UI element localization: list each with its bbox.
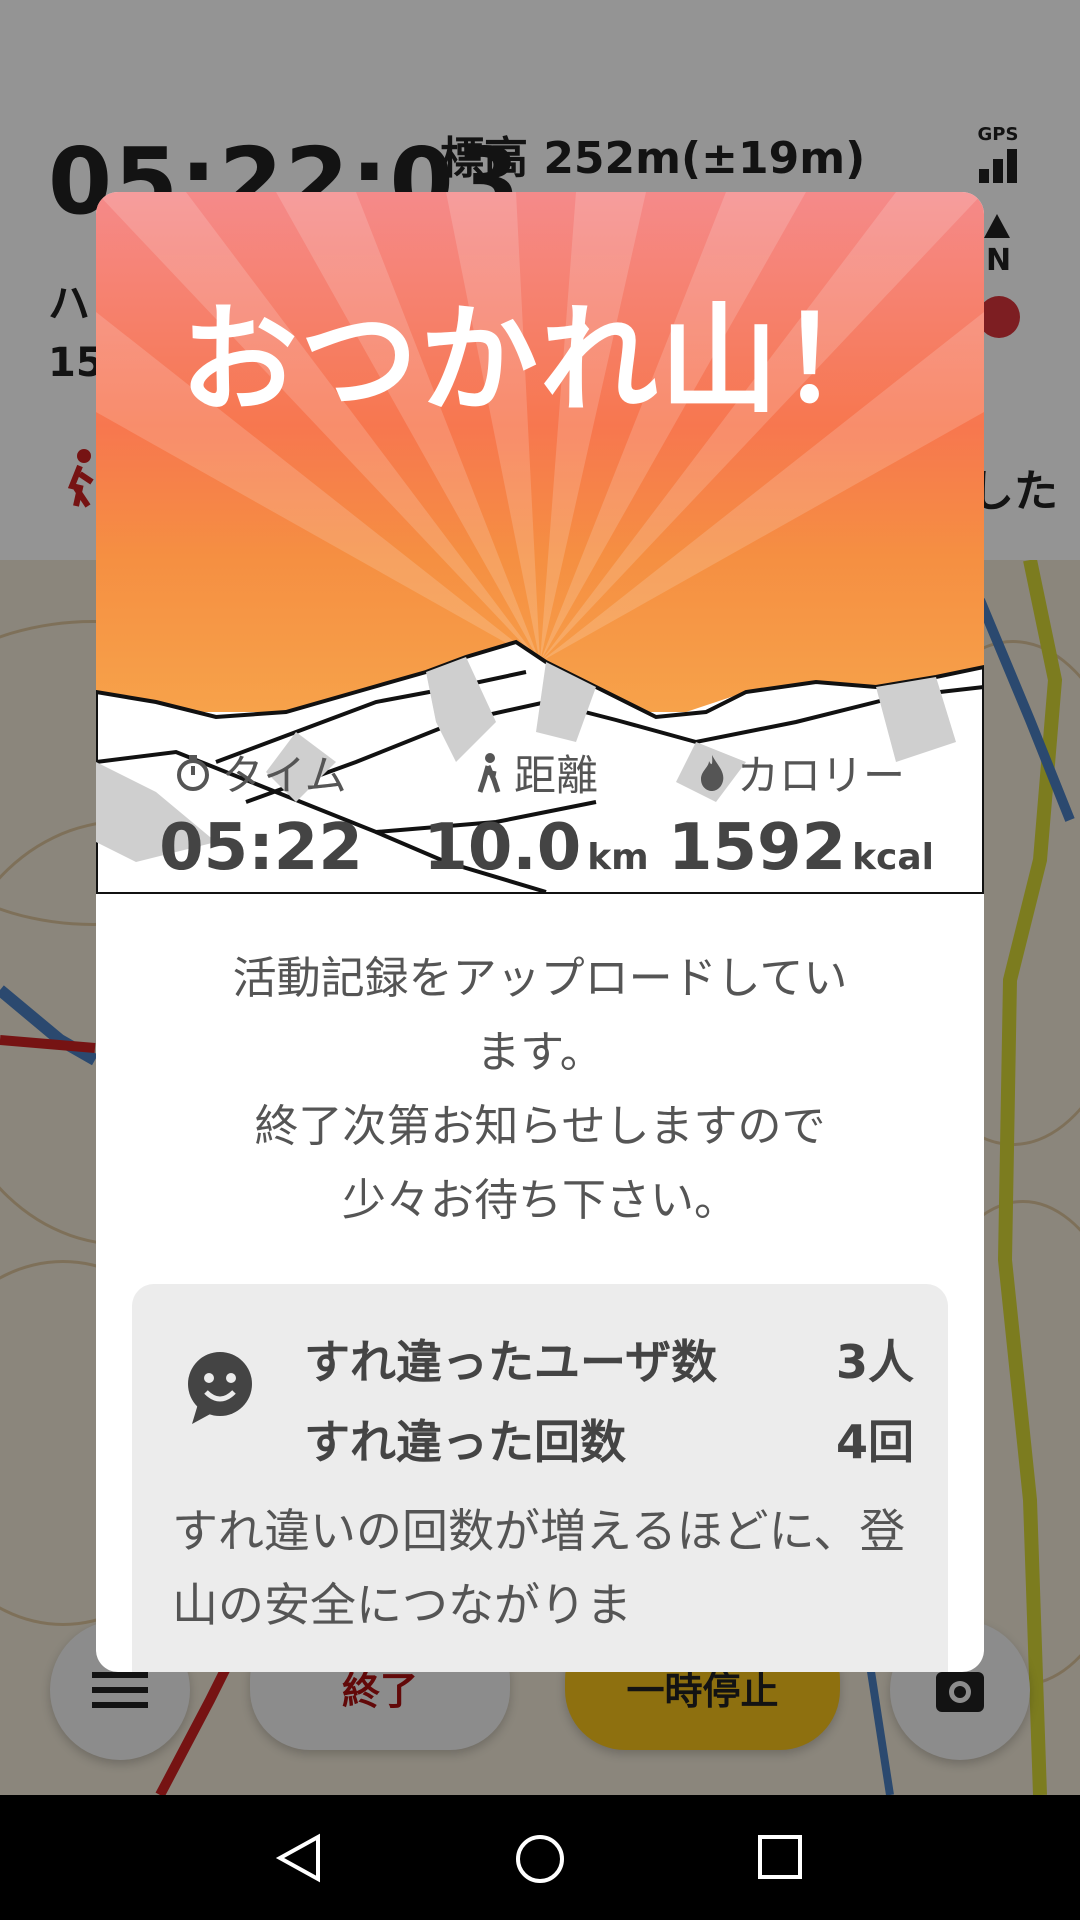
- upload-message: 活動記録をアップロードしてい ます。 終了次第お知らせしますので 少々お待ち下さ…: [136, 942, 944, 1238]
- walker-icon: [477, 752, 501, 793]
- stat-calories-unit: kcal: [852, 837, 935, 878]
- banner-title: おつかれ山！: [179, 291, 900, 429]
- message-line: ます。: [476, 1027, 604, 1078]
- stat-calories-label: カロリー: [736, 751, 905, 800]
- encounter-note: すれ違いの回数が増えるほどに、登山の安全につながりま: [172, 1504, 906, 1632]
- message-line: 終了次第お知らせしますので: [254, 1101, 826, 1152]
- encounter-count-value: 4回: [835, 1415, 914, 1469]
- stat-time-value: 05:22: [159, 811, 363, 885]
- encounter-users-value: 3人: [835, 1335, 914, 1389]
- back-icon[interactable]: [270, 1833, 330, 1883]
- home-icon[interactable]: [512, 1833, 568, 1889]
- encounter-count-label: すれ違った回数: [304, 1415, 626, 1469]
- stat-calories-value: 1592: [667, 811, 847, 885]
- app-screen: 0 K/s 4G 86% 14:20 05:22:03 標高 252m(±19m…: [0, 0, 1080, 1795]
- stat-calories: カロリー 1592 kcal: [651, 742, 951, 885]
- encounter-summary: すれ違ったユーザ数 3人 すれ違った回数 4回 すれ違いの回数が増えるほどに、登…: [132, 1284, 948, 1672]
- encounter-users-label: すれ違ったユーザ数: [304, 1335, 718, 1389]
- activity-finish-dialog: おつかれ山！ タイム 05:22 距離 10.0 km カロリー 1592 kc…: [96, 192, 984, 1672]
- stat-time: タイム 05:22: [146, 742, 376, 885]
- message-line: 少々お待ち下さい。: [342, 1175, 738, 1226]
- stat-distance-value: 10.0: [423, 811, 582, 885]
- encounter-count-row: すれ違った回数 4回: [304, 1406, 914, 1472]
- encounter-users-row: すれ違ったユーザ数 3人: [304, 1326, 914, 1392]
- flame-icon: [700, 754, 724, 791]
- message-line: 活動記録をアップロードしてい: [232, 953, 848, 1004]
- stat-distance: 距離 10.0 km: [406, 742, 666, 885]
- recents-icon[interactable]: [756, 1833, 806, 1883]
- stat-time-label: タイム: [221, 751, 347, 800]
- speech-face-icon: [188, 1352, 252, 1424]
- stat-distance-label: 距離: [513, 751, 598, 800]
- stopwatch-icon: [177, 754, 210, 791]
- system-nav-bar: [0, 1795, 1080, 1920]
- activity-stats: タイム 05:22 距離 10.0 km カロリー 1592 kcal: [96, 742, 984, 902]
- stat-distance-unit: km: [587, 837, 649, 878]
